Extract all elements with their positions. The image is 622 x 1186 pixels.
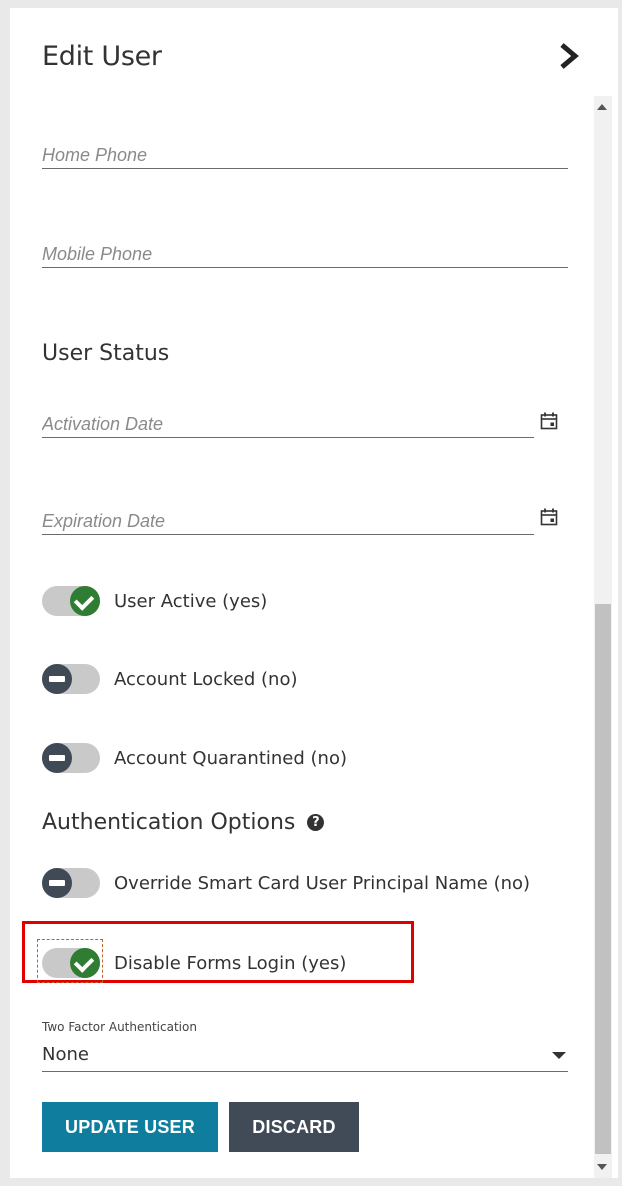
two-factor-value: None (42, 1044, 89, 1065)
scroll-down-arrow-icon[interactable] (597, 1164, 607, 1170)
collapse-panel-button[interactable] (556, 42, 582, 70)
caret-down-icon (552, 1052, 566, 1059)
authentication-options-label: Authentication Options (42, 810, 296, 835)
chevron-right-icon (560, 43, 579, 69)
authentication-options-heading: Authentication Options? (42, 810, 325, 835)
two-factor-select[interactable]: None (42, 1044, 568, 1072)
toggle-switch[interactable] (42, 586, 100, 616)
expiration-date-field (42, 508, 534, 535)
account-quarantined-toggle[interactable]: Account Quarantined (no) (42, 741, 347, 775)
check-icon (70, 586, 100, 616)
activation-date-input[interactable] (42, 411, 534, 437)
disable-forms-login-toggle[interactable]: Disable Forms Login (yes) (42, 946, 346, 980)
activation-date-field (42, 411, 534, 438)
two-factor-label: Two Factor Authentication (42, 1020, 197, 1034)
mobile-phone-input[interactable] (42, 241, 568, 267)
user-status-heading: User Status (42, 341, 170, 366)
calendar-icon[interactable] (540, 508, 558, 526)
expiration-date-input[interactable] (42, 508, 534, 534)
user-active-toggle[interactable]: User Active (yes) (42, 584, 267, 618)
disable-forms-login-label: Disable Forms Login (yes) (114, 952, 347, 974)
calendar-icon[interactable] (540, 412, 558, 430)
override-smart-card-label: Override Smart Card User Principal Name … (114, 872, 531, 894)
scroll-up-arrow-icon[interactable] (597, 104, 607, 110)
help-icon[interactable]: ? (307, 814, 325, 831)
toggle-switch[interactable] (42, 948, 100, 978)
user-active-label: User Active (yes) (114, 590, 268, 612)
minus-icon (42, 664, 72, 694)
discard-button[interactable]: DISCARD (229, 1102, 359, 1152)
edit-user-panel: Edit User User Status User Ac (10, 8, 618, 1178)
update-user-button[interactable]: UPDATE USER (42, 1102, 218, 1152)
scrollbar[interactable] (594, 96, 612, 1178)
home-phone-field (42, 142, 568, 169)
account-locked-label: Account Locked (no) (114, 668, 298, 690)
toggle-switch[interactable] (42, 743, 100, 773)
toggle-switch[interactable] (42, 664, 100, 694)
toggle-switch[interactable] (42, 868, 100, 898)
minus-icon (42, 743, 72, 773)
account-quarantined-label: Account Quarantined (no) (114, 747, 347, 769)
panel-title: Edit User (42, 41, 162, 72)
check-icon (70, 948, 100, 978)
minus-icon (42, 868, 72, 898)
account-locked-toggle[interactable]: Account Locked (no) (42, 662, 298, 696)
override-smart-card-toggle[interactable]: Override Smart Card User Principal Name … (42, 866, 530, 900)
home-phone-input[interactable] (42, 142, 568, 168)
mobile-phone-field (42, 241, 568, 268)
scrollbar-thumb[interactable] (595, 604, 611, 1154)
